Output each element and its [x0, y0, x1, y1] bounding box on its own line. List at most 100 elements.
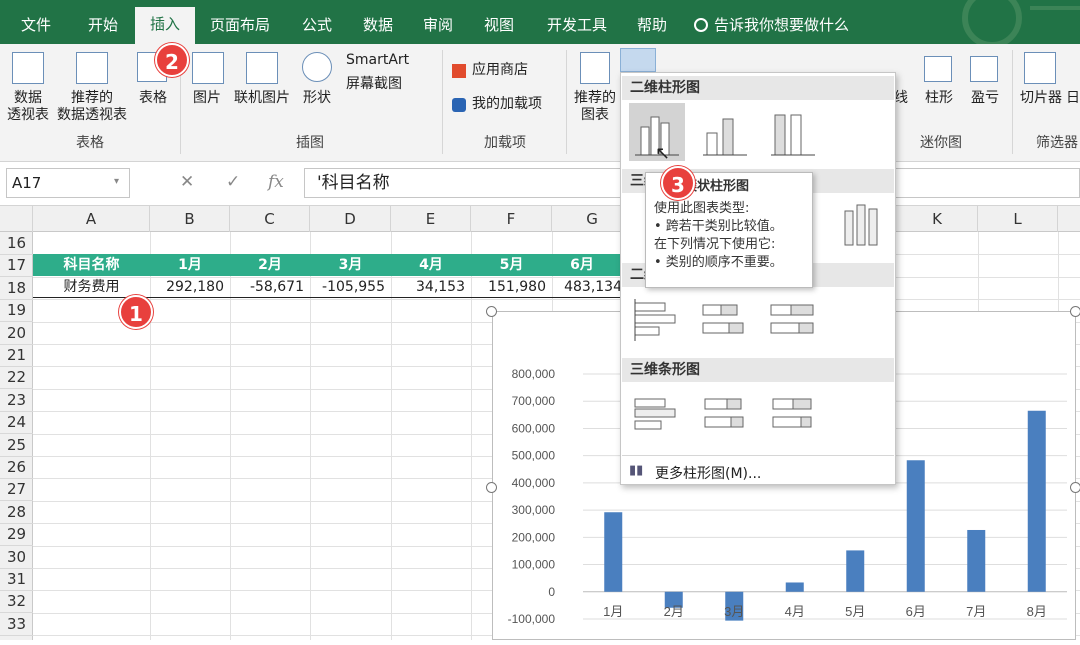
- row-header[interactable]: 19: [0, 299, 33, 323]
- column-header[interactable]: C: [230, 206, 310, 232]
- chevron-down-icon[interactable]: ▾: [114, 176, 119, 187]
- tab-review[interactable]: 审阅: [410, 8, 466, 44]
- resize-handle[interactable]: [1070, 482, 1080, 493]
- enter-icon[interactable]: ✓: [226, 172, 240, 192]
- column-header[interactable]: B: [150, 206, 230, 232]
- 3d-clustered-bar-option[interactable]: [629, 387, 685, 445]
- timeline-button[interactable]: 日: [1066, 90, 1080, 107]
- bar[interactable]: [846, 550, 865, 592]
- column-header[interactable]: K: [897, 206, 978, 232]
- header-cell[interactable]: 4月: [391, 254, 471, 276]
- screenshot-button[interactable]: 屏幕截图: [346, 76, 436, 93]
- tab-formulas[interactable]: 公式: [288, 8, 346, 44]
- header-cell[interactable]: 2月: [230, 254, 310, 276]
- tab-file[interactable]: 文件: [8, 8, 64, 44]
- sparkline-line-button[interactable]: 线: [894, 90, 908, 107]
- resize-handle[interactable]: [486, 482, 497, 493]
- row-header[interactable]: 22: [0, 366, 33, 390]
- name-box[interactable]: A17: [6, 168, 130, 198]
- column-header[interactable]: A: [33, 206, 150, 232]
- row-header[interactable]: 32: [0, 590, 33, 614]
- function-icon[interactable]: fx: [268, 172, 284, 192]
- row-header[interactable]: 27: [0, 478, 33, 502]
- row-header[interactable]: 33: [0, 613, 33, 636]
- data-cell[interactable]: -105,955: [310, 276, 391, 298]
- row-header[interactable]: 21: [0, 344, 33, 367]
- header-cell[interactable]: 1月: [150, 254, 230, 276]
- data-cell[interactable]: 151,980: [471, 276, 552, 298]
- row-header[interactable]: 25: [0, 434, 33, 457]
- row-header[interactable]: 17: [0, 254, 33, 278]
- recommended-charts-button[interactable]: 推荐的 图表: [570, 90, 620, 124]
- header-cell[interactable]: 6月: [552, 254, 612, 276]
- x-tick-label: 7月: [966, 604, 986, 619]
- bar[interactable]: [604, 512, 623, 592]
- row-header[interactable]: 28: [0, 501, 33, 524]
- tab-developer[interactable]: 开发工具: [532, 8, 622, 44]
- tab-help[interactable]: 帮助: [626, 8, 678, 44]
- table-button[interactable]: 表格: [134, 90, 172, 107]
- tab-home[interactable]: 开始: [74, 8, 132, 44]
- column-header[interactable]: L: [978, 206, 1058, 232]
- column-header[interactable]: F: [471, 206, 552, 232]
- x-tick-label: 8月: [1027, 604, 1047, 619]
- 3d-percent-stacked-bar-option[interactable]: [765, 387, 821, 445]
- tell-me-box[interactable]: 告诉我你想要做什么: [694, 14, 849, 35]
- tab-insert[interactable]: 插入: [135, 7, 195, 44]
- row-header[interactable]: 26: [0, 456, 33, 479]
- data-cell[interactable]: 34,153: [391, 276, 471, 298]
- online-picture-button[interactable]: 联机图片: [230, 90, 294, 107]
- row-header[interactable]: 18: [0, 277, 33, 300]
- picture-button[interactable]: 图片: [188, 90, 226, 107]
- row-header[interactable]: 29: [0, 523, 33, 547]
- stacked-bar-option[interactable]: [697, 293, 753, 351]
- tab-data[interactable]: 数据: [350, 8, 406, 44]
- smartart-button[interactable]: SmartArt: [346, 52, 436, 69]
- sparkline-column-button[interactable]: 柱形: [920, 90, 958, 107]
- hierarchy-chart-button[interactable]: [660, 48, 690, 72]
- row-header[interactable]: 30: [0, 546, 33, 569]
- ribbon-tab-bar: 文件 开始 插入 页面布局 公式 数据 审阅 视图 开发工具 帮助 告诉我你想要…: [0, 0, 1080, 48]
- header-cell[interactable]: 3月: [310, 254, 391, 276]
- shapes-button[interactable]: 形状: [298, 90, 336, 107]
- more-column-charts-item[interactable]: ▮▮ 更多柱形图(M)...: [629, 461, 889, 483]
- data-cell[interactable]: 292,180: [150, 276, 230, 298]
- select-all-corner[interactable]: [0, 206, 33, 232]
- store-button[interactable]: 应用商店: [472, 62, 552, 79]
- sparkline-winloss-button[interactable]: 盈亏: [966, 90, 1004, 107]
- 3d-stacked-bar-option[interactable]: [697, 387, 753, 445]
- data-cell[interactable]: 483,134: [552, 276, 624, 298]
- header-cell[interactable]: 科目名称: [33, 254, 150, 276]
- column-header[interactable]: D: [310, 206, 391, 232]
- cancel-icon[interactable]: ✕: [180, 172, 194, 192]
- resize-handle[interactable]: [1070, 306, 1080, 317]
- recommended-pivot-button[interactable]: 推荐的 数据透视表: [52, 90, 132, 124]
- column-chart-button[interactable]: [620, 48, 656, 72]
- tab-view[interactable]: 视图: [470, 8, 528, 44]
- percent-stacked-column-option[interactable]: [765, 103, 821, 161]
- bar[interactable]: [967, 529, 986, 592]
- group-label-illustrations: 插图: [296, 135, 324, 151]
- slicer-button[interactable]: 切片器: [1016, 90, 1066, 107]
- resize-handle[interactable]: [486, 306, 497, 317]
- stacked-column-option[interactable]: [697, 103, 753, 161]
- pivot-table-button[interactable]: 数据 透视表: [0, 90, 56, 124]
- clustered-bar-option[interactable]: [629, 293, 685, 351]
- row-header[interactable]: 23: [0, 389, 33, 412]
- my-addins-button[interactable]: 我的加载项: [472, 96, 558, 113]
- row-header[interactable]: 20: [0, 322, 33, 345]
- row-header[interactable]: 31: [0, 568, 33, 591]
- bar[interactable]: [906, 460, 925, 592]
- column-header[interactable]: E: [391, 206, 471, 232]
- bar[interactable]: [785, 582, 804, 592]
- row-header[interactable]: 16: [0, 232, 33, 255]
- data-cell[interactable]: -58,671: [230, 276, 310, 298]
- addins-icon: [452, 98, 466, 112]
- 3d-column-option[interactable]: [831, 197, 887, 255]
- bar[interactable]: [1027, 410, 1046, 592]
- percent-stacked-bar-option[interactable]: [765, 293, 821, 351]
- header-cell[interactable]: 5月: [471, 254, 552, 276]
- waterfall-chart-button[interactable]: [694, 48, 724, 72]
- tab-page-layout[interactable]: 页面布局: [200, 8, 280, 44]
- row-header[interactable]: 24: [0, 411, 33, 435]
